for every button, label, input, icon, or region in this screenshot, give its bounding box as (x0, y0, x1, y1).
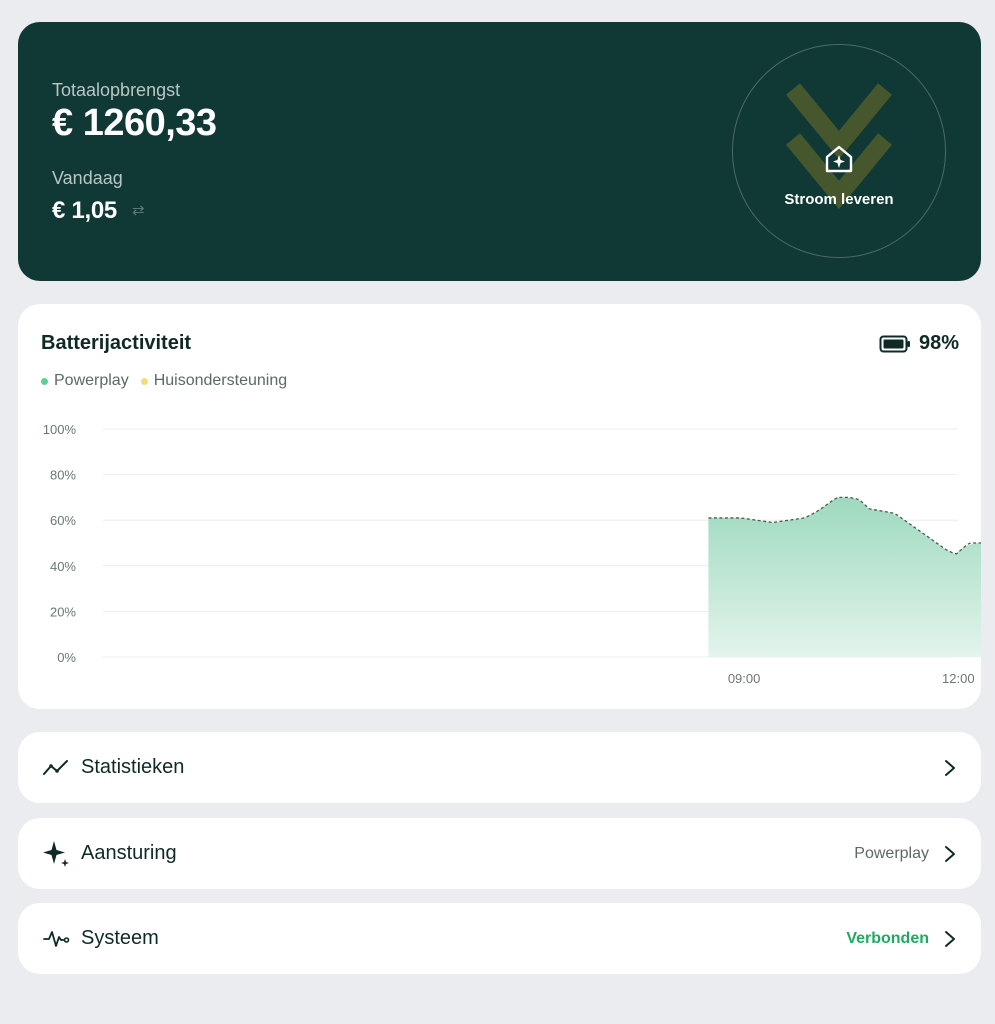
menu-label-statistieken: Statistieken (81, 756, 185, 778)
chevron-right-icon (945, 759, 955, 776)
menu-item-systeem[interactable]: Systeem Verbonden (18, 903, 981, 974)
menu-item-statistieken[interactable]: Statistieken (18, 732, 981, 803)
today-earnings-value: € 1,05 (52, 197, 117, 224)
menu-value-systeem: Verbonden (846, 929, 929, 947)
menu-item-aansturing[interactable]: Aansturing Powerplay (18, 818, 981, 889)
x-tick-label: 12:00 (942, 671, 975, 686)
legend-dot-huisondersteuning (140, 377, 148, 385)
legend-item-huisondersteuning: Huisondersteuning (140, 372, 288, 390)
battery-activity-chart: 0%20%40%60%80%100%09:0012:0015:0018:00 (43, 422, 981, 686)
legend-item-powerplay: Powerplay (41, 372, 129, 390)
deliver-power-label: Stroom leveren (784, 191, 894, 208)
total-earnings-label: Totaalopbrengst (52, 80, 181, 100)
x-tick-label: 09:00 (728, 671, 761, 686)
chevron-right-icon (945, 845, 955, 862)
battery-level: 98% (879, 332, 959, 355)
pulse-icon (41, 924, 71, 954)
battery-activity-card: 0%20%40%60%80%100%09:0012:0015:0018:00 B… (18, 304, 981, 709)
swap-icon[interactable]: ⇄ (132, 201, 145, 219)
y-tick-label: 100% (43, 422, 77, 437)
battery-percentage: 98% (918, 332, 959, 354)
menu-label-systeem: Systeem (81, 927, 159, 949)
chart-legend: Powerplay Huisondersteuning (41, 372, 287, 390)
legend-dot-powerplay (41, 377, 48, 385)
menu-value-aansturing: Powerplay (854, 844, 929, 862)
chart-title: Batterijactiviteit (41, 332, 192, 354)
today-earnings-label: Vandaag (52, 168, 123, 188)
legend-label-powerplay: Powerplay (54, 372, 129, 389)
chevron-right-icon (945, 930, 955, 947)
battery-icon (879, 335, 910, 352)
y-tick-label: 40% (50, 559, 76, 574)
y-tick-label: 20% (50, 604, 76, 619)
powerplay-area (708, 497, 981, 657)
trend-line-icon (41, 753, 71, 783)
home-spark-icon (825, 145, 853, 173)
legend-label-huisondersteuning: Huisondersteuning (153, 372, 288, 389)
sparkle-icon (41, 839, 71, 869)
earnings-summary-card: Totaalopbrengst € 1260,33 Vandaag € 1,05… (18, 22, 981, 281)
y-tick-label: 60% (50, 513, 76, 528)
y-tick-label: 80% (50, 468, 76, 483)
deliver-power-button[interactable]: Stroom leveren (732, 44, 946, 258)
y-tick-label: 0% (57, 650, 76, 665)
total-earnings-value: € 1260,33 (52, 102, 217, 144)
menu-label-aansturing: Aansturing (81, 842, 177, 864)
